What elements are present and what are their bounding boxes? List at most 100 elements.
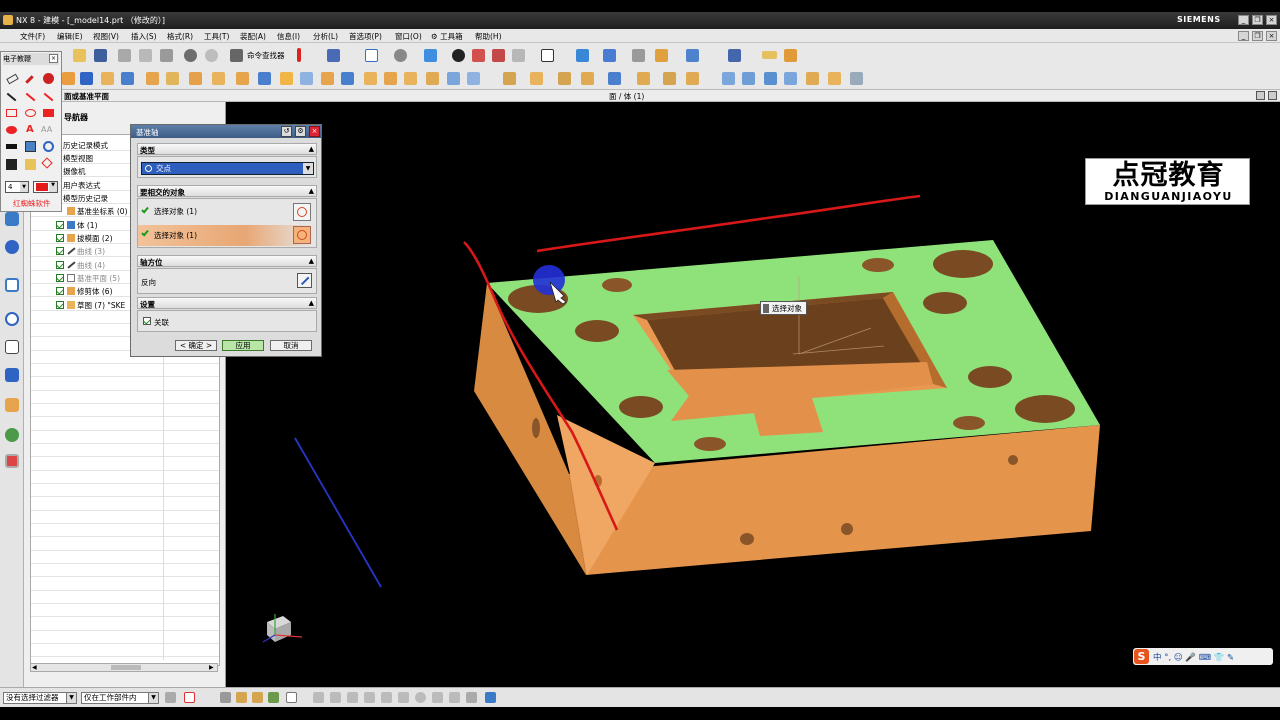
visibility-checkbox[interactable] — [56, 274, 64, 282]
roles-icon[interactable] — [5, 368, 19, 382]
wcs-icon[interactable] — [576, 49, 589, 62]
palette-icon[interactable] — [5, 398, 19, 412]
close-icon[interactable]: × — [49, 54, 58, 63]
point-on-surface-snap-icon[interactable] — [449, 692, 460, 703]
paint-icon[interactable] — [784, 49, 797, 62]
endpoint-snap-icon[interactable] — [313, 692, 324, 703]
revolve-icon[interactable] — [101, 72, 114, 85]
selection-icon[interactable] — [327, 49, 340, 62]
menu-format[interactable]: 格式(R) — [167, 31, 193, 42]
split-icon[interactable] — [404, 72, 417, 85]
selection-scope-select[interactable]: 仅在工作部件内 ▼ — [81, 692, 159, 704]
assembly-navigator-icon[interactable] — [5, 212, 19, 226]
pocket-icon[interactable] — [166, 72, 179, 85]
boss-icon[interactable] — [146, 72, 159, 85]
constraint-navigator-icon[interactable] — [5, 240, 19, 254]
ime-status[interactable]: 中 °, ☺ 🎤 ⌨ 👕 ✎ — [1153, 651, 1234, 663]
doc-minimize-button[interactable]: _ — [1238, 31, 1249, 41]
command-finder-icon[interactable] — [230, 49, 243, 62]
fit-view-icon[interactable] — [365, 49, 378, 62]
quadrant-snap-icon[interactable] — [398, 692, 409, 703]
pen-icon[interactable] — [25, 75, 34, 84]
menu-preferences[interactable]: 首选项(P) — [349, 31, 382, 42]
measure-icon[interactable] — [686, 49, 699, 62]
line-icon[interactable] — [6, 92, 17, 102]
save-icon[interactable] — [94, 49, 107, 62]
menu-analysis[interactable]: 分析(L) — [313, 31, 338, 42]
render3-icon[interactable] — [512, 49, 525, 62]
scroll-left-icon[interactable]: ◀ — [32, 664, 37, 671]
associative-checkbox[interactable] — [143, 317, 151, 325]
offset-surface-icon[interactable] — [828, 72, 841, 85]
surface-icon[interactable] — [686, 72, 699, 85]
ime-toolbar[interactable]: S 中 °, ☺ 🎤 ⌨ 👕 ✎ — [1133, 648, 1273, 665]
menu-tools[interactable]: 工具(T) — [204, 31, 229, 42]
command-finder-label[interactable]: 命令查找器 — [247, 50, 285, 61]
sew-icon[interactable] — [742, 72, 755, 85]
objects-section-header[interactable]: 要相交的对象 ▲ — [137, 185, 317, 197]
crosshair-select-icon[interactable] — [293, 226, 311, 244]
shell-icon[interactable] — [300, 72, 313, 85]
pad-icon[interactable] — [189, 72, 202, 85]
collapse-icon[interactable]: ▲ — [309, 145, 314, 153]
thicken-icon[interactable] — [467, 72, 480, 85]
pen-color-select[interactable]: ▼ — [33, 181, 58, 193]
cube-icon[interactable] — [424, 49, 437, 62]
menu-toolbox[interactable]: ⚙ 工具箱 — [431, 31, 463, 42]
filled-ellipse-icon[interactable] — [6, 126, 17, 134]
point-on-curve-snap-icon[interactable] — [432, 692, 443, 703]
patch-icon[interactable] — [764, 72, 777, 85]
collapse-icon[interactable]: ▲ — [309, 187, 314, 195]
settings-section-header[interactable]: 设置 ▲ — [137, 297, 317, 309]
mirror-icon[interactable] — [503, 72, 516, 85]
select2-icon[interactable] — [236, 692, 247, 703]
visibility-checkbox[interactable] — [56, 221, 64, 229]
select-icon[interactable] — [220, 692, 231, 703]
analysis-icon[interactable] — [728, 49, 741, 62]
type-dropdown[interactable]: 交点 ▼ — [141, 162, 314, 175]
menu-window[interactable]: 窗口(O) — [395, 31, 422, 42]
menu-help[interactable]: 帮助(H) — [475, 31, 502, 42]
system-materials-icon[interactable] — [5, 454, 19, 468]
web-icon[interactable] — [5, 428, 19, 442]
cancel-button[interactable]: 取消 — [270, 340, 312, 351]
rotate-icon[interactable] — [394, 49, 407, 62]
collapse-icon[interactable]: ▲ — [309, 257, 314, 265]
menu-file[interactable]: 文件(F) — [20, 31, 45, 42]
reuse-library-icon[interactable] — [5, 340, 19, 354]
blend-icon[interactable] — [258, 72, 271, 85]
settings-gear-icon[interactable]: ⚙ — [295, 126, 306, 137]
brush-icon[interactable] — [43, 73, 54, 84]
filled-rectangle-icon[interactable] — [43, 109, 54, 117]
visibility-checkbox[interactable] — [56, 234, 64, 242]
intersection-snap-icon[interactable] — [364, 692, 375, 703]
cut-icon[interactable] — [118, 49, 131, 62]
existing-point-snap-icon[interactable] — [415, 692, 426, 703]
panel-icon[interactable] — [1256, 91, 1265, 100]
chevron-down-icon[interactable]: ▼ — [303, 163, 313, 174]
open-icon[interactable] — [73, 49, 86, 62]
text-outline-icon[interactable]: AA — [41, 125, 52, 136]
intersect-icon[interactable] — [364, 72, 377, 85]
trim-icon[interactable] — [384, 72, 397, 85]
screen-icon[interactable] — [25, 141, 36, 152]
menu-info[interactable]: 信息(I) — [277, 31, 300, 42]
offset-icon[interactable] — [447, 72, 460, 85]
visibility-checkbox[interactable] — [56, 287, 64, 295]
ime-logo-icon[interactable]: S — [1134, 649, 1149, 664]
draft-icon[interactable] — [426, 72, 439, 85]
chamfer-icon[interactable] — [280, 72, 293, 85]
select-object-row-2[interactable]: 选择对象 (1) — [138, 225, 316, 246]
render-icon[interactable] — [472, 49, 485, 62]
tree-column-divider[interactable] — [163, 345, 164, 660]
reset-icon[interactable]: ↺ — [281, 126, 292, 137]
reverse-direction-button[interactable] — [297, 273, 312, 288]
sketch-icon[interactable] — [62, 72, 75, 85]
resize-icon[interactable] — [637, 72, 650, 85]
rectangle-icon[interactable] — [6, 109, 17, 117]
doc-close-button[interactable]: × — [1266, 31, 1277, 41]
part-navigator-icon[interactable] — [5, 278, 19, 292]
menu-assembly[interactable]: 装配(A) — [240, 31, 266, 42]
visibility-checkbox[interactable] — [56, 301, 64, 309]
open-folder-icon[interactable] — [25, 159, 36, 170]
